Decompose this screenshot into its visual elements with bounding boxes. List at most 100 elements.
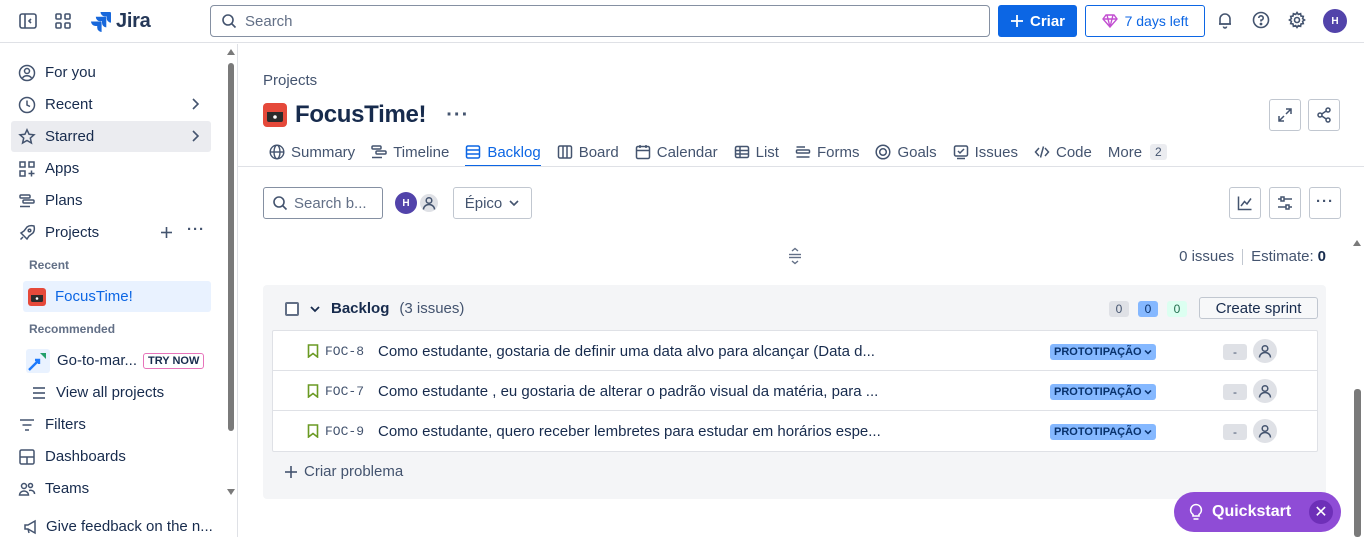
create-issue-button[interactable]: Criar problema bbox=[284, 463, 403, 480]
project-more-icon[interactable]: ··· bbox=[446, 104, 469, 127]
tab-summary[interactable]: Summary bbox=[263, 138, 361, 166]
assignee-avatar[interactable] bbox=[1253, 379, 1277, 403]
issue-row[interactable]: FOC-9 Como estudante, quero receber lemb… bbox=[273, 411, 1317, 451]
epic-filter-dropdown[interactable]: Épico bbox=[453, 187, 532, 219]
more-icon: ··· bbox=[1316, 192, 1334, 210]
estimate-badge[interactable]: - bbox=[1223, 424, 1247, 440]
create-sprint-button[interactable]: Create sprint bbox=[1199, 297, 1318, 319]
assignee-avatar[interactable] bbox=[1253, 419, 1277, 443]
issue-count: 0 issues bbox=[1179, 248, 1235, 265]
global-search-input[interactable]: Search bbox=[210, 5, 990, 37]
sidebar-item-dashboards[interactable]: Dashboards bbox=[11, 441, 211, 472]
tab-list[interactable]: List bbox=[728, 138, 785, 166]
page-title: FocusTime! bbox=[295, 101, 427, 128]
sidebar-recommended-item[interactable]: Go-to-mar... TRY NOW bbox=[23, 345, 211, 376]
main-scrollbar[interactable] bbox=[1354, 389, 1361, 537]
view-all-projects-link[interactable]: View all projects bbox=[23, 377, 211, 408]
user-avatar[interactable]: H bbox=[1323, 9, 1347, 33]
filter-avatar-h[interactable]: H bbox=[395, 192, 417, 214]
epic-lozenge[interactable]: PROTOTIPAÇÃO bbox=[1050, 424, 1156, 440]
sidebar-scroll-up-icon[interactable] bbox=[226, 48, 236, 56]
issue-row[interactable]: FOC-8 Como estudante, gostaria de defini… bbox=[273, 331, 1317, 371]
issue-row[interactable]: FOC-7 Como estudante , eu gostaria de al… bbox=[273, 371, 1317, 411]
breadcrumb[interactable]: Projects bbox=[263, 72, 317, 89]
tab-label: Backlog bbox=[487, 143, 541, 161]
tab-label: Timeline bbox=[393, 143, 450, 161]
filter-avatar-unassigned[interactable] bbox=[418, 192, 440, 214]
person-icon bbox=[1258, 344, 1272, 358]
main-scroll-up-icon[interactable] bbox=[1352, 238, 1362, 248]
tab-label: Summary bbox=[291, 143, 356, 161]
insights-button[interactable] bbox=[1229, 187, 1261, 219]
share-button[interactable] bbox=[1308, 99, 1340, 131]
list-icon bbox=[734, 145, 749, 159]
issue-summary[interactable]: Como estudante , eu gostaria de alterar … bbox=[378, 383, 878, 400]
help-icon[interactable] bbox=[1252, 11, 1272, 31]
sidebar-item-recent[interactable]: Recent bbox=[11, 89, 211, 120]
assignee-avatar[interactable] bbox=[1253, 339, 1277, 363]
app-switcher-icon[interactable] bbox=[53, 11, 73, 31]
chevron-down-icon[interactable] bbox=[309, 303, 321, 315]
chevron-right-icon[interactable] bbox=[188, 129, 202, 143]
tab-goals[interactable]: Goals bbox=[869, 138, 942, 166]
settings-gear-icon[interactable] bbox=[1288, 11, 1308, 31]
issue-key[interactable]: FOC-7 bbox=[325, 384, 364, 399]
sidebar-scroll-down-icon[interactable] bbox=[226, 488, 236, 496]
create-issue-label: Criar problema bbox=[304, 463, 404, 480]
issue-key[interactable]: FOC-9 bbox=[325, 424, 364, 439]
trial-label: 7 days left bbox=[1124, 13, 1189, 29]
epic-lozenge[interactable]: PROTOTIPAÇÃO bbox=[1050, 344, 1156, 360]
tab-code[interactable]: Code bbox=[1028, 138, 1098, 166]
sidebar-scrollbar[interactable] bbox=[228, 63, 234, 431]
give-feedback-link[interactable]: Give feedback on the n... bbox=[23, 518, 213, 535]
sidebar-item-starred[interactable]: Starred bbox=[11, 121, 211, 152]
estimate-badge[interactable]: - bbox=[1223, 384, 1247, 400]
chevron-right-icon[interactable] bbox=[188, 97, 202, 111]
backlog-search-input[interactable]: Search b... bbox=[263, 187, 383, 219]
tab-more[interactable]: More 2 bbox=[1102, 138, 1173, 166]
resize-handle-icon[interactable] bbox=[786, 247, 804, 265]
recommended-name: Go-to-mar... bbox=[57, 352, 138, 369]
create-button[interactable]: Criar bbox=[998, 5, 1077, 37]
tab-backlog[interactable]: Backlog bbox=[459, 138, 546, 167]
fullscreen-button[interactable] bbox=[1269, 99, 1301, 131]
tab-label: Code bbox=[1056, 143, 1092, 161]
view-settings-button[interactable] bbox=[1269, 187, 1301, 219]
diamond-icon bbox=[1101, 14, 1118, 28]
jira-logo[interactable]: Jira bbox=[90, 9, 151, 33]
backlog-select-all-checkbox[interactable] bbox=[285, 301, 299, 316]
sidebar-item-teams[interactable]: Teams bbox=[11, 473, 211, 504]
issue-summary[interactable]: Como estudante, quero receber lembretes … bbox=[378, 423, 881, 440]
forms-icon bbox=[795, 146, 811, 158]
tab-calendar[interactable]: Calendar bbox=[629, 138, 724, 166]
projects-more-icon[interactable]: ··· bbox=[187, 221, 205, 238]
tab-issues[interactable]: Issues bbox=[947, 138, 1024, 166]
sidebar-toggle-icon[interactable] bbox=[18, 11, 38, 31]
sidebar-item-projects[interactable]: Projects ··· bbox=[11, 217, 211, 248]
share-icon bbox=[1317, 107, 1331, 123]
issue-key[interactable]: FOC-8 bbox=[325, 344, 364, 359]
trial-button[interactable]: 7 days left bbox=[1085, 5, 1205, 37]
notifications-icon[interactable] bbox=[1216, 11, 1236, 31]
tab-timeline[interactable]: Timeline bbox=[365, 138, 455, 166]
tab-forms[interactable]: Forms bbox=[789, 138, 866, 166]
tab-board[interactable]: Board bbox=[551, 138, 625, 166]
sidebar-item-plans[interactable]: Plans bbox=[11, 185, 211, 216]
sidebar-item-for-you[interactable]: For you bbox=[11, 57, 211, 88]
estimate-badge[interactable]: - bbox=[1223, 344, 1247, 360]
add-project-icon[interactable] bbox=[160, 226, 173, 239]
close-icon[interactable]: ✕ bbox=[1309, 500, 1333, 524]
sidebar-item-apps[interactable]: Apps bbox=[11, 153, 211, 184]
try-now-badge[interactable]: TRY NOW bbox=[143, 352, 205, 369]
view-all-label: View all projects bbox=[56, 384, 165, 401]
epic-lozenge[interactable]: PROTOTIPAÇÃO bbox=[1050, 384, 1156, 400]
issue-summary[interactable]: Como estudante, gostaria de definir uma … bbox=[378, 343, 875, 360]
quickstart-button[interactable]: Quickstart ✕ bbox=[1174, 492, 1341, 532]
epic-label: PROTOTIPAÇÃO bbox=[1054, 426, 1142, 438]
more-actions-button[interactable]: ··· bbox=[1309, 187, 1341, 219]
sidebar-project-focustime[interactable]: FocusTime! bbox=[23, 281, 211, 312]
sidebar-item-filters[interactable]: Filters bbox=[11, 409, 211, 440]
board-icon bbox=[557, 145, 572, 159]
chart-line-icon bbox=[1237, 196, 1252, 211]
create-label: Criar bbox=[1029, 12, 1066, 30]
